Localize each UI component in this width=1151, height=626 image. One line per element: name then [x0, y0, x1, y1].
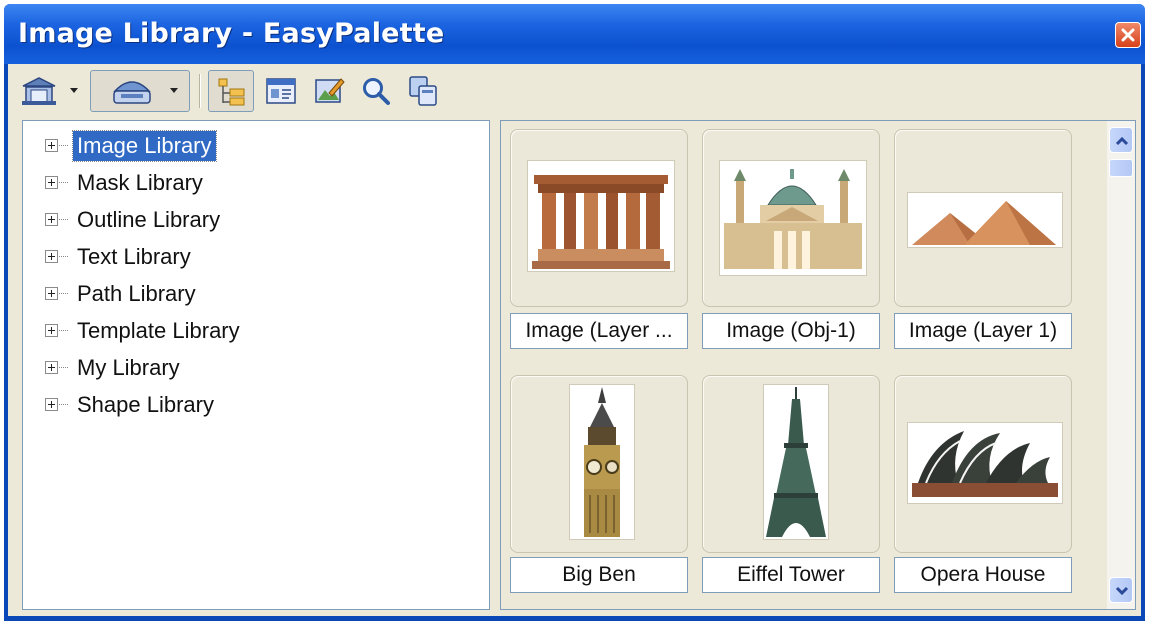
expand-plus-icon[interactable] — [45, 139, 58, 152]
expand-plus-icon[interactable] — [45, 287, 58, 300]
expand-plus-icon[interactable] — [45, 324, 58, 337]
copy-pages-button[interactable] — [402, 70, 444, 112]
scroll-up-button[interactable] — [1109, 127, 1133, 153]
tree-item-label: Shape Library — [77, 392, 214, 417]
window-title: Image Library - EasyPalette — [18, 18, 445, 49]
library-home-icon — [22, 77, 56, 105]
chevron-up-icon — [1115, 136, 1129, 146]
scroll-thumb[interactable] — [1109, 159, 1133, 177]
tree-connector — [59, 145, 68, 146]
toolbar — [8, 64, 1141, 118]
baroque-church-image — [719, 160, 867, 276]
dropdown-arrow-icon — [170, 88, 178, 93]
tree-connector — [59, 256, 68, 257]
tree-connector — [59, 367, 68, 368]
library-drive-button[interactable] — [90, 70, 190, 112]
library-home-button[interactable] — [16, 70, 64, 112]
tree-item-label: Text Library — [77, 244, 191, 269]
search-button[interactable] — [356, 70, 396, 112]
window-client-area: Image Library Mask Library Outline Libra… — [8, 64, 1141, 616]
thumbnail-caption: Image (Obj-1) — [702, 313, 880, 349]
tree-item-label: Mask Library — [77, 170, 203, 195]
library-tree[interactable]: Image Library Mask Library Outline Libra… — [22, 120, 490, 610]
copy-pages-icon — [409, 76, 437, 106]
tree-item-label: Outline Library — [77, 207, 221, 232]
library-drive-icon — [113, 81, 151, 104]
thumbnail-caption: Image (Layer ... — [510, 313, 688, 349]
edit-image-icon — [315, 78, 345, 103]
scroll-down-button[interactable] — [1109, 577, 1133, 603]
dropdown-arrow-icon — [70, 88, 78, 93]
pyramids-image — [907, 192, 1063, 248]
expand-plus-icon[interactable] — [45, 250, 58, 263]
expand-plus-icon[interactable] — [45, 398, 58, 411]
thumbnail-gallery: Image (Layer ... Image (Obj-1) Image (La… — [500, 120, 1136, 610]
vertical-scrollbar[interactable] — [1107, 121, 1135, 609]
expand-plus-icon[interactable] — [45, 213, 58, 226]
tree-view-button[interactable] — [208, 70, 254, 112]
expand-plus-icon[interactable] — [45, 176, 58, 189]
thumbnail-caption: Image (Layer 1) — [894, 313, 1072, 349]
tree-item-label: Image Library — [72, 130, 217, 162]
tree-item-label: My Library — [77, 355, 180, 380]
thumbnail-tile[interactable] — [702, 375, 880, 553]
toolbar-separator — [199, 74, 201, 108]
pane-splitter[interactable] — [492, 120, 500, 610]
thumbnail-tile[interactable] — [510, 375, 688, 553]
close-icon — [1121, 28, 1135, 42]
edit-image-button[interactable] — [308, 70, 350, 112]
close-button[interactable] — [1115, 22, 1141, 48]
tree-connector — [59, 182, 68, 183]
tree-item-label: Path Library — [77, 281, 196, 306]
expand-plus-icon[interactable] — [45, 361, 58, 374]
library-home-dropdown[interactable] — [66, 70, 82, 112]
details-view-icon — [266, 78, 296, 104]
big-ben-image — [569, 384, 635, 540]
tree-item-label: Template Library — [77, 318, 240, 343]
title-bar[interactable]: Image Library - EasyPalette — [4, 4, 1145, 64]
thumbnail-tile[interactable] — [894, 129, 1072, 307]
tree-view-icon — [218, 78, 245, 106]
tree-connector — [59, 330, 68, 331]
details-view-button[interactable] — [260, 70, 302, 112]
thumbnail-caption: Big Ben — [510, 557, 688, 593]
thumbnail-tile[interactable] — [894, 375, 1072, 553]
thumbnail-caption: Eiffel Tower — [702, 557, 880, 593]
temple-ruins-image — [527, 160, 675, 272]
opera-house-image — [907, 422, 1063, 504]
eiffel-tower-image — [763, 384, 829, 540]
library-window: Image Library - EasyPalette Image Librar… — [4, 4, 1145, 621]
search-icon — [363, 78, 390, 105]
tree-connector — [59, 293, 68, 294]
chevron-down-icon — [1115, 586, 1129, 596]
thumbnail-tile[interactable] — [510, 129, 688, 307]
tree-connector — [59, 219, 68, 220]
thumbnail-caption: Opera House — [894, 557, 1072, 593]
thumbnail-tile[interactable] — [702, 129, 880, 307]
tree-connector — [59, 404, 68, 405]
